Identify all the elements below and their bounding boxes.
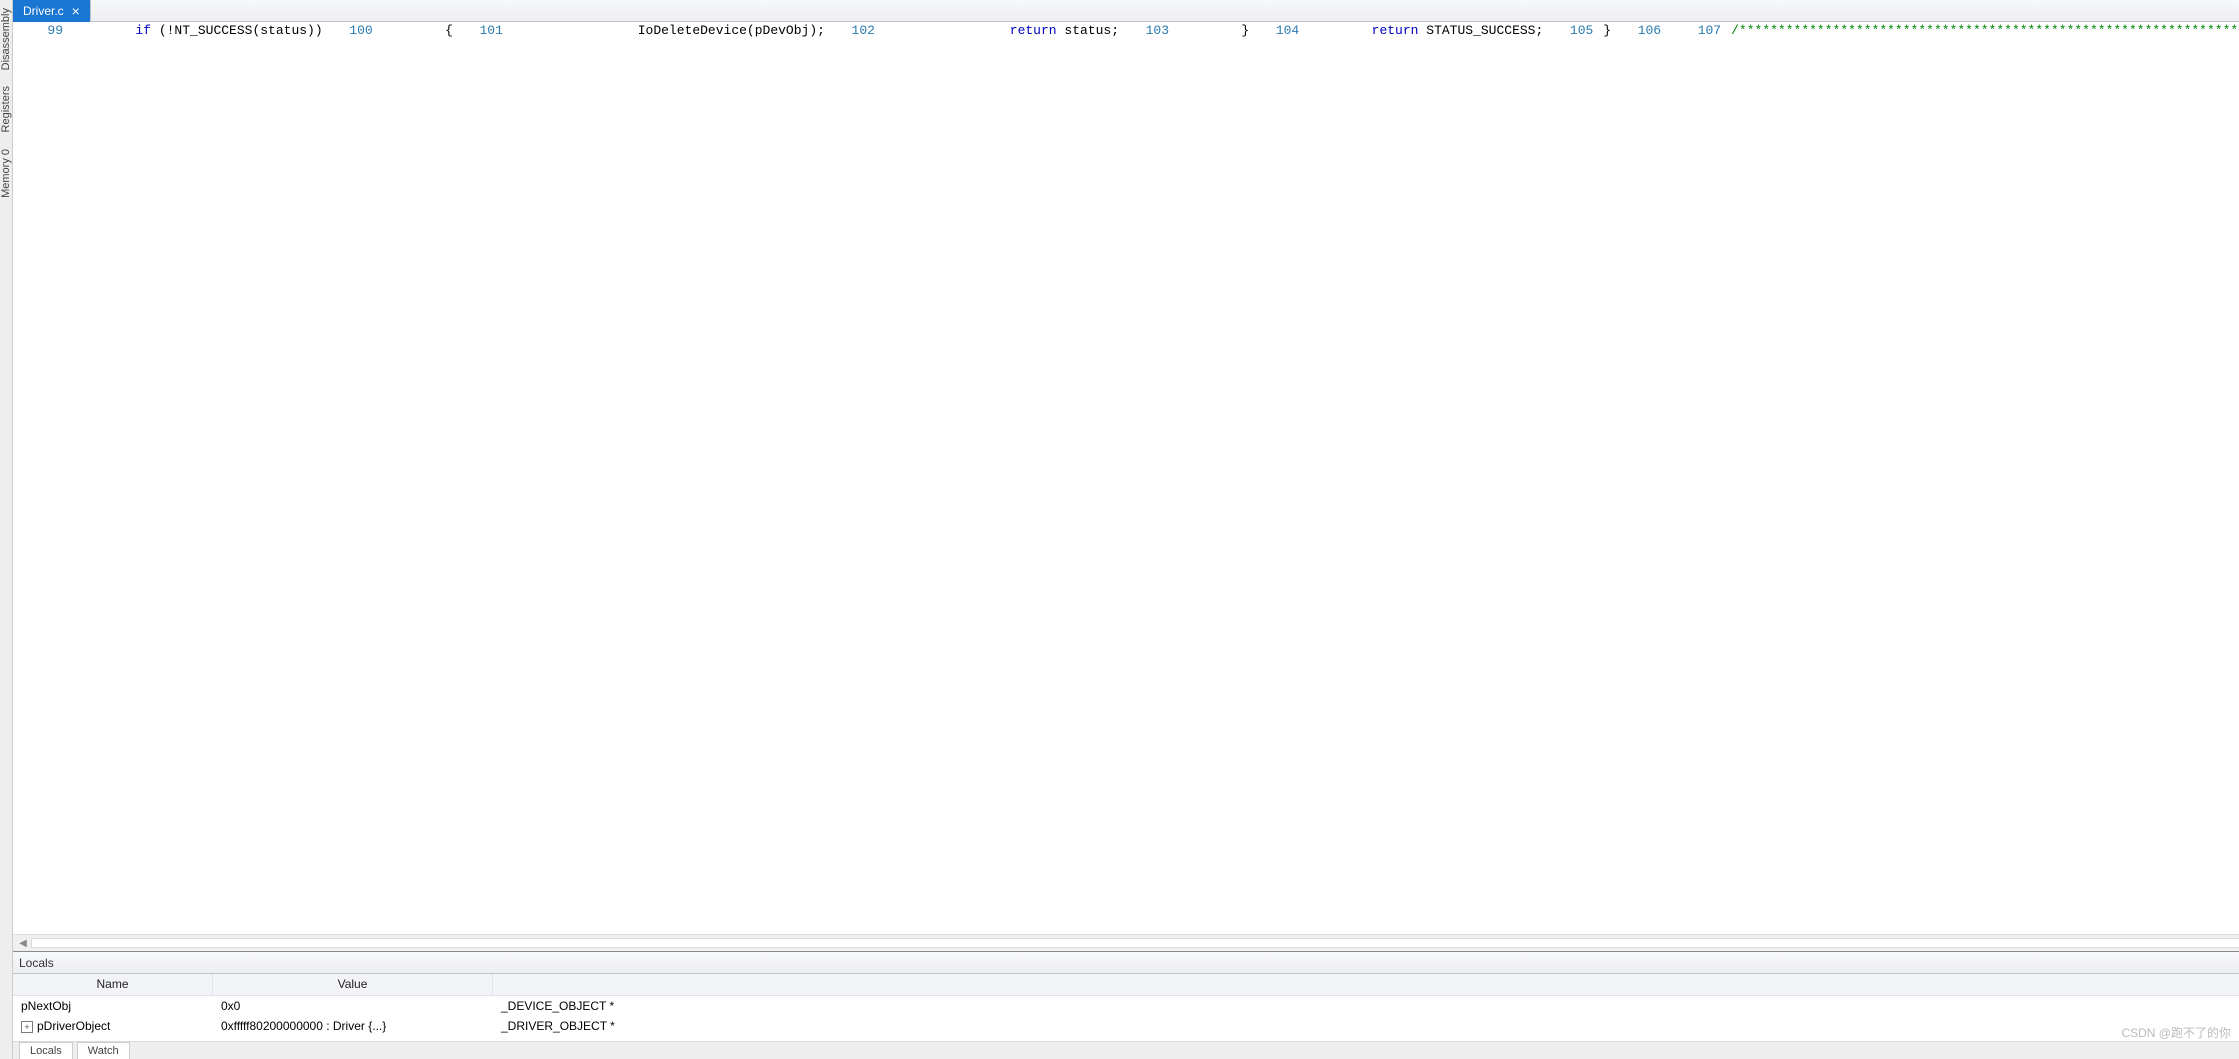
code-line[interactable]: 99 if (!NT_SUCCESS(status)) (13, 22, 323, 39)
source-header: Driver.c × ▾ (13, 0, 2239, 22)
close-icon[interactable]: × (72, 3, 80, 19)
left-sidebar: Disassembly Registers Memory 0 (0, 0, 13, 1059)
code-line[interactable]: 104 return STATUS_SUCCESS; (1249, 22, 1543, 39)
source-tab-driver[interactable]: Driver.c × (13, 0, 91, 22)
tab-watch[interactable]: Watch (77, 1042, 130, 1059)
code-line[interactable]: 105} (1543, 22, 1611, 39)
tab-locals[interactable]: Locals (19, 1042, 73, 1059)
locals-row[interactable]: pNextObj0x0_DEVICE_OBJECT * (13, 996, 2239, 1016)
sidebar-tab-disassembly[interactable]: Disassembly (0, 4, 12, 74)
sidebar-tab-registers[interactable]: Registers (0, 82, 12, 136)
locals-col-name[interactable]: Name (13, 974, 213, 995)
code-line[interactable]: 101 IoDeleteDevice(pDevObj); (453, 22, 825, 39)
locals-pane: Locals ▾ 📌 × Name Value Type pNextObj0x0… (13, 952, 2239, 1059)
locals-body[interactable]: pNextObj0x0_DEVICE_OBJECT *+pDriverObjec… (13, 996, 2239, 1041)
locals-row[interactable]: +pDriverObject0xfffff80200000000 : Drive… (13, 1016, 2239, 1036)
source-hscroll[interactable]: ◀ ▶ (13, 934, 2239, 951)
scroll-left-icon[interactable]: ◀ (15, 938, 31, 949)
code-line[interactable]: 106 (1611, 22, 1671, 39)
code-line[interactable]: 103 } (1119, 22, 1249, 39)
source-pane: Driver.c × ▾ 99 if (!NT_SUCCESS(status))… (13, 0, 2239, 951)
code-line[interactable]: 107/************************************… (1671, 22, 2239, 39)
locals-title: Locals (19, 956, 54, 970)
sidebar-tab-memory[interactable]: Memory 0 (0, 145, 12, 202)
locals-columns: Name Value Type (13, 974, 2239, 996)
locals-col-type[interactable]: Type (493, 974, 2239, 995)
locals-col-value[interactable]: Value (213, 974, 493, 995)
source-code[interactable]: 99 if (!NT_SUCCESS(status))100 {101 IoDe… (13, 22, 2239, 934)
expand-icon[interactable]: + (21, 1021, 33, 1033)
locals-header: Locals ▾ 📌 × (13, 952, 2239, 974)
source-tab-label: Driver.c (23, 4, 64, 18)
code-line[interactable]: 102 return status; (825, 22, 1119, 39)
locals-tabs: Locals Watch (13, 1041, 2239, 1059)
code-line[interactable]: 100 { (323, 22, 453, 39)
